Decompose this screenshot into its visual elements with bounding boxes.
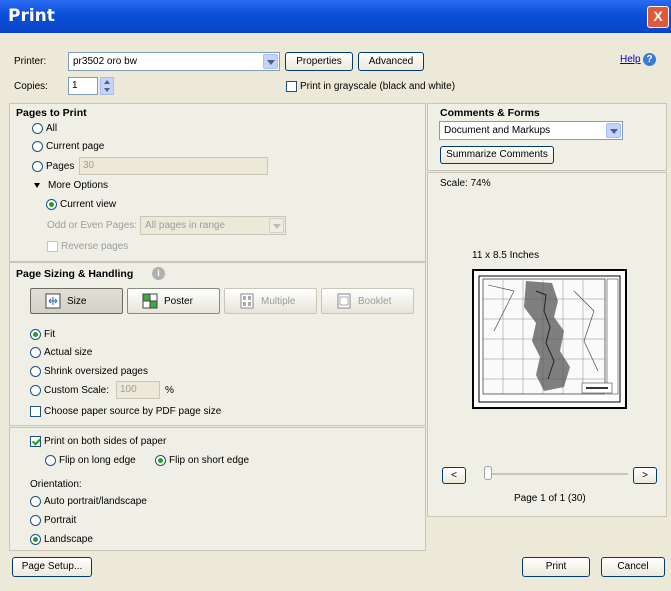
custom-scale-label: Custom Scale: [44,385,110,396]
all-pages-label: All [46,123,58,134]
page-preview [472,269,627,409]
portrait-radio[interactable] [30,515,41,526]
copies-label: Copies: [14,81,48,92]
actual-size-radio[interactable] [30,347,41,358]
comments-forms-panel: Comments & Forms Document and Markups Su… [427,103,667,171]
odd-even-label: Odd or Even Pages: [47,220,138,231]
summarize-comments-button[interactable]: Summarize Comments [440,146,554,164]
pages-to-print-title: Pages to Print [16,107,87,119]
dialog-body: Printer: pr3502 oro bw Properties Advanc… [0,33,671,591]
help-link[interactable]: Help [620,54,641,65]
portrait-label: Portrait [44,515,77,526]
booklet-icon [337,293,351,309]
chevron-down-icon [606,123,621,138]
odd-even-select-value: All pages in range [145,220,226,231]
page-slider-handle[interactable] [484,466,492,480]
flip-short-edge-radio[interactable] [155,455,166,466]
auto-orientation-radio[interactable] [30,496,41,507]
size-button[interactable]: Size [30,288,123,314]
title-bar: Print X [0,0,671,33]
comments-forms-title: Comments & Forms [440,107,540,119]
more-options-toggle[interactable]: More Options [48,180,108,191]
current-view-radio[interactable] [46,199,57,210]
page-info: Page 1 of 1 (30) [514,493,586,504]
spin-down-icon[interactable] [104,88,110,92]
help-icon[interactable]: ? [643,53,656,66]
page-slider-track[interactable] [488,473,628,475]
percent-label: % [165,385,174,396]
multiple-button-label: Multiple [261,296,296,307]
landscape-radio[interactable] [30,534,41,545]
advanced-button[interactable]: Advanced [358,52,424,71]
grayscale-checkbox[interactable] [286,81,297,92]
fit-label: Fit [44,329,56,340]
auto-orientation-label: Auto portrait/landscape [44,496,147,507]
paper-source-label: Choose paper source by PDF page size [44,406,222,417]
flip-long-edge-radio[interactable] [45,455,56,466]
actual-size-label: Actual size [44,347,93,358]
page-setup-button[interactable]: Page Setup... [12,557,92,577]
flip-short-edge-label: Flip on short edge [169,455,250,466]
odd-even-select[interactable]: All pages in range [140,216,286,235]
copies-spinner[interactable] [100,77,114,95]
printer-label: Printer: [14,56,47,67]
caret-down-icon[interactable] [34,183,40,188]
map-preview-thumbnail [478,275,621,403]
scale-readout: Scale: 74% [440,178,491,189]
reverse-pages-label: Reverse pages [61,241,129,252]
current-view-label: Current view [60,199,117,210]
pages-label: Pages [46,161,75,172]
pages-range-input[interactable]: 30 [79,157,268,175]
paper-size-label: 11 x 8.5 Inches [472,250,540,261]
poster-icon [142,293,158,309]
current-page-radio[interactable] [32,141,43,152]
next-page-button[interactable]: > [633,467,657,484]
printer-select[interactable]: pr3502 oro bw [68,52,280,71]
previous-page-button[interactable]: < [442,467,466,484]
booklet-button[interactable]: Booklet [321,288,414,314]
poster-button[interactable]: Poster [127,288,220,314]
pages-radio[interactable] [32,161,43,172]
paper-source-checkbox[interactable] [30,406,41,417]
booklet-button-label: Booklet [358,296,392,307]
page-sizing-title: Page Sizing & Handling [16,268,134,280]
duplex-orientation-panel: Print on both sides of paper Flip on lon… [9,427,426,551]
properties-button[interactable]: Properties [285,52,353,71]
info-icon[interactable]: i [152,267,165,280]
size-button-label: Size [67,296,87,307]
pages-to-print-panel: Pages to Print All Current page Pages 30… [9,103,426,262]
fit-radio[interactable] [30,329,41,340]
multiple-pages-icon [240,293,254,309]
both-sides-checkbox[interactable] [30,436,41,447]
flip-long-edge-label: Flip on long edge [59,455,136,466]
close-button[interactable]: X [647,6,669,28]
preview-panel: Scale: 74% 11 x 8.5 Inches < > Page 1 of… [427,172,667,517]
multiple-button[interactable]: Multiple [224,288,317,314]
chevron-down-icon [263,54,278,69]
custom-scale-input[interactable]: 100 [116,381,160,399]
orientation-title: Orientation: [30,479,82,490]
print-button[interactable]: Print [522,557,590,577]
copies-input[interactable]: 1 [68,77,98,95]
grayscale-label: Print in grayscale (black and white) [300,81,456,92]
size-icon [45,293,61,309]
reverse-pages-checkbox[interactable] [47,241,58,252]
chevron-down-icon [269,218,284,233]
all-pages-radio[interactable] [32,123,43,134]
both-sides-label: Print on both sides of paper [44,436,167,447]
current-page-label: Current page [46,141,105,152]
shrink-oversized-label: Shrink oversized pages [44,366,148,377]
printer-select-value: pr3502 oro bw [73,56,137,67]
comments-forms-select-value: Document and Markups [444,125,551,136]
shrink-oversized-radio[interactable] [30,366,41,377]
spin-up-icon[interactable] [104,80,110,84]
page-sizing-panel: Page Sizing & Handling i Size Poster Mul… [9,262,426,426]
landscape-label: Landscape [44,534,93,545]
comments-forms-select[interactable]: Document and Markups [439,121,623,140]
poster-button-label: Poster [164,296,193,307]
custom-scale-radio[interactable] [30,385,41,396]
cancel-button[interactable]: Cancel [601,557,665,577]
window-title: Print [8,6,55,26]
